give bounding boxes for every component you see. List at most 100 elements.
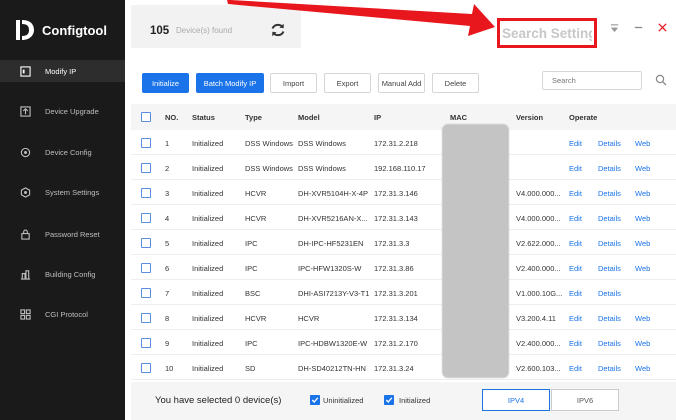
refresh-icon[interactable]: [269, 21, 287, 39]
col-type: Type: [245, 113, 262, 122]
details-link[interactable]: Details: [598, 264, 621, 273]
edit-link[interactable]: Edit: [569, 364, 582, 373]
protocol-icon: [19, 308, 31, 320]
sidebar-item-cgi-protocol[interactable]: CGI Protocol: [0, 303, 125, 325]
details-link[interactable]: Details: [598, 189, 621, 198]
cell-version: V2.622.000...: [516, 239, 561, 248]
edit-link[interactable]: Edit: [569, 139, 582, 148]
edit-link[interactable]: Edit: [569, 214, 582, 223]
cell-model: HCVR: [298, 314, 320, 323]
col-mac: MAC: [450, 113, 468, 122]
table-row[interactable]: 2 Initialized DSS Windows DSS Windows 19…: [131, 155, 676, 180]
cell-type: IPC: [245, 239, 258, 248]
sidebar-item-modify-ip[interactable]: Modify IP: [0, 60, 125, 82]
search-settings-input[interactable]: [502, 25, 592, 41]
table-row[interactable]: 9 Initialized IPC IPC-HDBW1320E-W 172.31…: [131, 330, 676, 355]
ipv6-tab[interactable]: IPV6: [551, 389, 619, 411]
sidebar-item-system-settings[interactable]: System Settings: [0, 181, 125, 203]
details-link[interactable]: Details: [598, 289, 621, 298]
table-search-input[interactable]: [552, 76, 632, 85]
config-icon: [19, 146, 31, 158]
import-button[interactable]: Import: [270, 73, 317, 93]
edit-link[interactable]: Edit: [569, 314, 582, 323]
row-checkbox[interactable]: [141, 188, 151, 198]
sidebar-item-device-upgrade[interactable]: Device Upgrade: [0, 100, 125, 122]
cell-model: DHI-ASI7213Y-V3-T1: [298, 289, 370, 298]
initialized-label: Initialized: [399, 396, 431, 405]
edit-link[interactable]: Edit: [569, 239, 582, 248]
select-all-checkbox[interactable]: [141, 112, 151, 122]
sidebar-item-device-config[interactable]: Device Config: [0, 141, 125, 163]
table-row[interactable]: 7 Initialized BSC DHI-ASI7213Y-V3-T1 172…: [131, 280, 676, 305]
table-row[interactable]: 6 Initialized IPC IPC-HFW1320S-W 172.31.…: [131, 255, 676, 280]
cell-status: Initialized: [192, 239, 224, 248]
cell-model: DSS Windows: [298, 164, 346, 173]
row-checkbox[interactable]: [141, 263, 151, 273]
web-link[interactable]: Web: [635, 339, 650, 348]
details-link[interactable]: Details: [598, 139, 621, 148]
cell-status: Initialized: [192, 264, 224, 273]
web-link[interactable]: Web: [635, 364, 650, 373]
table-row[interactable]: 8 Initialized HCVR HCVR 172.31.3.134 V3.…: [131, 305, 676, 330]
row-checkbox[interactable]: [141, 338, 151, 348]
row-checkbox[interactable]: [141, 288, 151, 298]
details-link[interactable]: Details: [598, 364, 621, 373]
web-link[interactable]: Web: [635, 164, 650, 173]
edit-link[interactable]: Edit: [569, 339, 582, 348]
details-link[interactable]: Details: [598, 314, 621, 323]
table-row[interactable]: 4 Initialized HCVR DH-XVR5216AN-X... 172…: [131, 205, 676, 230]
dropdown-icon[interactable]: [609, 23, 620, 37]
uninitialized-checkbox[interactable]: [310, 395, 320, 405]
row-checkbox[interactable]: [141, 163, 151, 173]
row-checkbox[interactable]: [141, 238, 151, 248]
manual-add-button[interactable]: Manual Add: [378, 73, 425, 93]
table-row[interactable]: 10 Initialized SD DH-SD40212TN-HN 172.31…: [131, 355, 676, 380]
cell-type: IPC: [245, 339, 258, 348]
details-link[interactable]: Details: [598, 339, 621, 348]
web-link[interactable]: Web: [635, 264, 650, 273]
edit-link[interactable]: Edit: [569, 289, 582, 298]
cell-type: HCVR: [245, 189, 267, 198]
search-icon[interactable]: [655, 74, 667, 86]
cell-model: DH-IPC-HF5231EN: [298, 239, 364, 248]
details-link[interactable]: Details: [598, 214, 621, 223]
search-settings-box[interactable]: [497, 18, 597, 48]
details-link[interactable]: Details: [598, 164, 621, 173]
minimize-icon[interactable]: [633, 22, 644, 36]
table-row[interactable]: 1 Initialized DSS Windows DSS Windows 17…: [131, 130, 676, 155]
cell-ip: 192.168.110.17: [374, 164, 426, 173]
edit-link[interactable]: Edit: [569, 189, 582, 198]
sidebar-item-label: Device Upgrade: [45, 106, 99, 116]
row-checkbox[interactable]: [141, 138, 151, 148]
sidebar-item-building-config[interactable]: Building Config: [0, 263, 125, 285]
row-checkbox[interactable]: [141, 313, 151, 323]
table-row[interactable]: 5 Initialized IPC DH-IPC-HF5231EN 172.31…: [131, 230, 676, 255]
web-link[interactable]: Web: [635, 239, 650, 248]
initialized-checkbox[interactable]: [384, 395, 394, 405]
batch-modify-ip-button[interactable]: Batch Modify IP: [196, 73, 264, 93]
cell-type: HCVR: [245, 314, 267, 323]
cell-no: 4: [165, 214, 170, 223]
table-row[interactable]: 3 Initialized HCVR DH-XVR5104H-X-4P 172.…: [131, 180, 676, 205]
ipv4-tab[interactable]: IPV4: [482, 389, 550, 411]
edit-link[interactable]: Edit: [569, 264, 582, 273]
export-button[interactable]: Export: [324, 73, 371, 93]
details-link[interactable]: Details: [598, 239, 621, 248]
cell-status: Initialized: [192, 214, 224, 223]
delete-button[interactable]: Delete: [432, 73, 479, 93]
sidebar-item-label: Building Config: [45, 269, 96, 279]
web-link[interactable]: Web: [635, 189, 650, 198]
close-icon[interactable]: [657, 22, 668, 36]
table-search-box[interactable]: [542, 71, 642, 90]
cell-version: V2.600.103...: [516, 364, 561, 373]
row-checkbox[interactable]: [141, 213, 151, 223]
edit-link[interactable]: Edit: [569, 164, 582, 173]
web-link[interactable]: Web: [635, 214, 650, 223]
row-checkbox[interactable]: [141, 363, 151, 373]
initialize-button[interactable]: Initialize: [142, 73, 189, 93]
cell-status: Initialized: [192, 164, 224, 173]
building-icon: [19, 268, 31, 280]
web-link[interactable]: Web: [635, 314, 650, 323]
sidebar-item-password-reset[interactable]: Password Reset: [0, 223, 125, 245]
web-link[interactable]: Web: [635, 139, 650, 148]
